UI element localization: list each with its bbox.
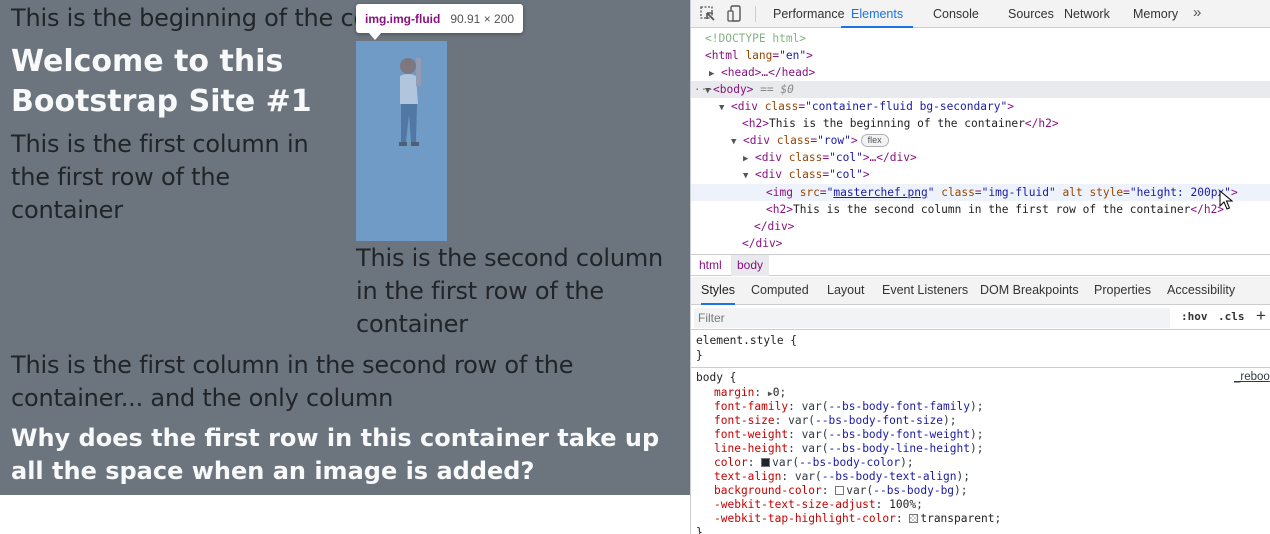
tab-elements[interactable]: Elements — [841, 0, 914, 28]
tab-event-listeners[interactable]: Event Listeners — [882, 277, 968, 305]
flex-badge[interactable]: flex — [860, 134, 889, 147]
rule-separator — [691, 367, 1270, 368]
prop-text-size-adjust[interactable]: -webkit-text-size-adjust: 100%; — [714, 498, 923, 512]
more-tabs-chevron-icon[interactable]: » — [1193, 0, 1201, 28]
dom-line-container[interactable]: ▼ <div class="container-fluid bg-secondar… — [691, 98, 1270, 115]
dom-line-body[interactable]: ··· ▼ <body> == $0 — [691, 81, 1270, 98]
tab-properties[interactable]: Properties — [1094, 277, 1151, 305]
col1-text: This is the first column in the first ro… — [11, 130, 309, 224]
dom-line-img[interactable]: <img src="masterchef.png" class="img-flu… — [691, 184, 1270, 201]
tab-console[interactable]: Console — [933, 0, 979, 28]
dom-line-html[interactable]: <html lang="en"> — [691, 47, 1270, 64]
new-rule-plus-icon[interactable]: + — [1256, 306, 1266, 326]
dom-line-close-row[interactable]: </div> — [691, 235, 1270, 252]
container-fluid: This is the beginning of the container W… — [0, 0, 690, 495]
prop-line-height[interactable]: line-height: var(--bs-body-line-height); — [714, 442, 983, 456]
styles-filter-bar: :hov .cls + — [691, 306, 1270, 330]
dom-line-h2b[interactable]: <h2>This is the second column in the fir… — [691, 201, 1270, 218]
color-swatch-icon — [835, 486, 845, 495]
tab-memory[interactable]: Memory — [1133, 0, 1178, 28]
dom-line-col2[interactable]: ▼ <div class="col"> — [691, 166, 1270, 183]
img-src-link[interactable]: masterchef.png — [833, 186, 927, 199]
tab-performance[interactable]: Performance — [773, 0, 845, 28]
col2-text: This is the second column in the first r… — [356, 244, 664, 338]
dom-line-close-col[interactable]: </div> — [691, 218, 1270, 235]
breadcrumb-body[interactable]: body — [731, 255, 770, 276]
dom-line-col1[interactable]: ▶ <div class="col">…</div> — [691, 149, 1270, 166]
body-rule-selector[interactable]: body { — [696, 371, 736, 385]
prop-background-color[interactable]: background-color: var(--bs-body-bg); — [714, 484, 968, 498]
tooltip-selector: img.img-fluid — [365, 11, 441, 26]
collapse-triangle-icon: ▼ — [743, 171, 749, 181]
rule-close: } — [696, 349, 703, 362]
breadcrumb: html body — [691, 254, 1270, 276]
hov-toggle[interactable]: :hov — [1181, 310, 1208, 323]
dom-line-h2[interactable]: <h2>This is the beginning of the contain… — [691, 115, 1270, 132]
tab-styles[interactable]: Styles — [701, 277, 736, 305]
question-heading: Why does the first row in this container… — [11, 424, 660, 485]
chef-image — [399, 58, 421, 146]
tab-sources[interactable]: Sources — [1008, 0, 1054, 28]
tab-computed[interactable]: Computed — [751, 277, 809, 305]
prop-color[interactable]: color: var(--bs-body-color); — [714, 456, 914, 470]
tooltip-arrow — [368, 32, 382, 40]
element-style-rule[interactable]: element.style { — [696, 334, 797, 348]
styles-filter-input[interactable] — [694, 308, 1170, 328]
devtools-tab-bar: Performance Elements Console Sources Net… — [691, 0, 1270, 28]
color-swatch-icon — [909, 514, 919, 523]
stylesheet-source-link[interactable]: _reboo — [1234, 371, 1270, 383]
styles-tab-bar: Styles Computed Layout Event Listeners D… — [691, 277, 1270, 305]
dom-line-row[interactable]: ▼ <div class="row"> flex — [691, 132, 1270, 149]
dom-line-doctype[interactable]: <!DOCTYPE html> — [691, 30, 1270, 47]
row2-text: This is the first column in the second r… — [11, 351, 574, 412]
dom-tree: <!DOCTYPE html> <html lang="en"> ▶ <head>… — [691, 29, 1270, 253]
cls-toggle[interactable]: .cls — [1218, 310, 1245, 323]
inspect-tooltip: img.img-fluid 90.91 × 200 — [356, 4, 524, 33]
prop-font-size[interactable]: font-size: var(--bs-body-font-size); — [714, 414, 957, 428]
inspect-element-icon[interactable] — [698, 4, 718, 24]
more-dots-icon: ··· — [694, 83, 714, 96]
tab-network[interactable]: Network — [1064, 0, 1110, 28]
toolbar-separator — [755, 6, 756, 22]
rule-close: } — [696, 526, 703, 534]
tab-layout[interactable]: Layout — [827, 277, 865, 305]
prop-text-align[interactable]: text-align: var(--bs-body-text-align); — [714, 470, 970, 484]
tab-dom-breakpoints[interactable]: DOM Breakpoints — [980, 277, 1079, 305]
prop-font-weight[interactable]: font-weight: var(--bs-body-font-weight); — [714, 428, 983, 442]
page-viewport: This is the beginning of the container W… — [0, 0, 690, 534]
mouse-cursor-icon — [1219, 190, 1233, 210]
prop-margin[interactable]: margin: ▶0; — [714, 386, 786, 400]
breadcrumb-html[interactable]: html — [693, 255, 728, 276]
color-swatch-icon — [761, 458, 771, 467]
tab-accessibility[interactable]: Accessibility — [1167, 277, 1235, 305]
tooltip-size: 90.91 × 200 — [450, 11, 515, 26]
prop-font-family[interactable]: font-family: var(--bs-body-font-family); — [714, 400, 983, 414]
dom-line-head[interactable]: ▶ <head>…</head> — [691, 64, 1270, 81]
styles-pane: element.style { } body { _reboo margin: … — [691, 331, 1270, 534]
welcome-heading: Welcome to this Bootstrap Site #1 — [11, 44, 312, 119]
devtools-panel: Performance Elements Console Sources Net… — [690, 0, 1270, 534]
device-toolbar-icon[interactable] — [725, 4, 745, 24]
prop-tap-highlight[interactable]: -webkit-tap-highlight-color: transparent… — [714, 512, 1001, 526]
